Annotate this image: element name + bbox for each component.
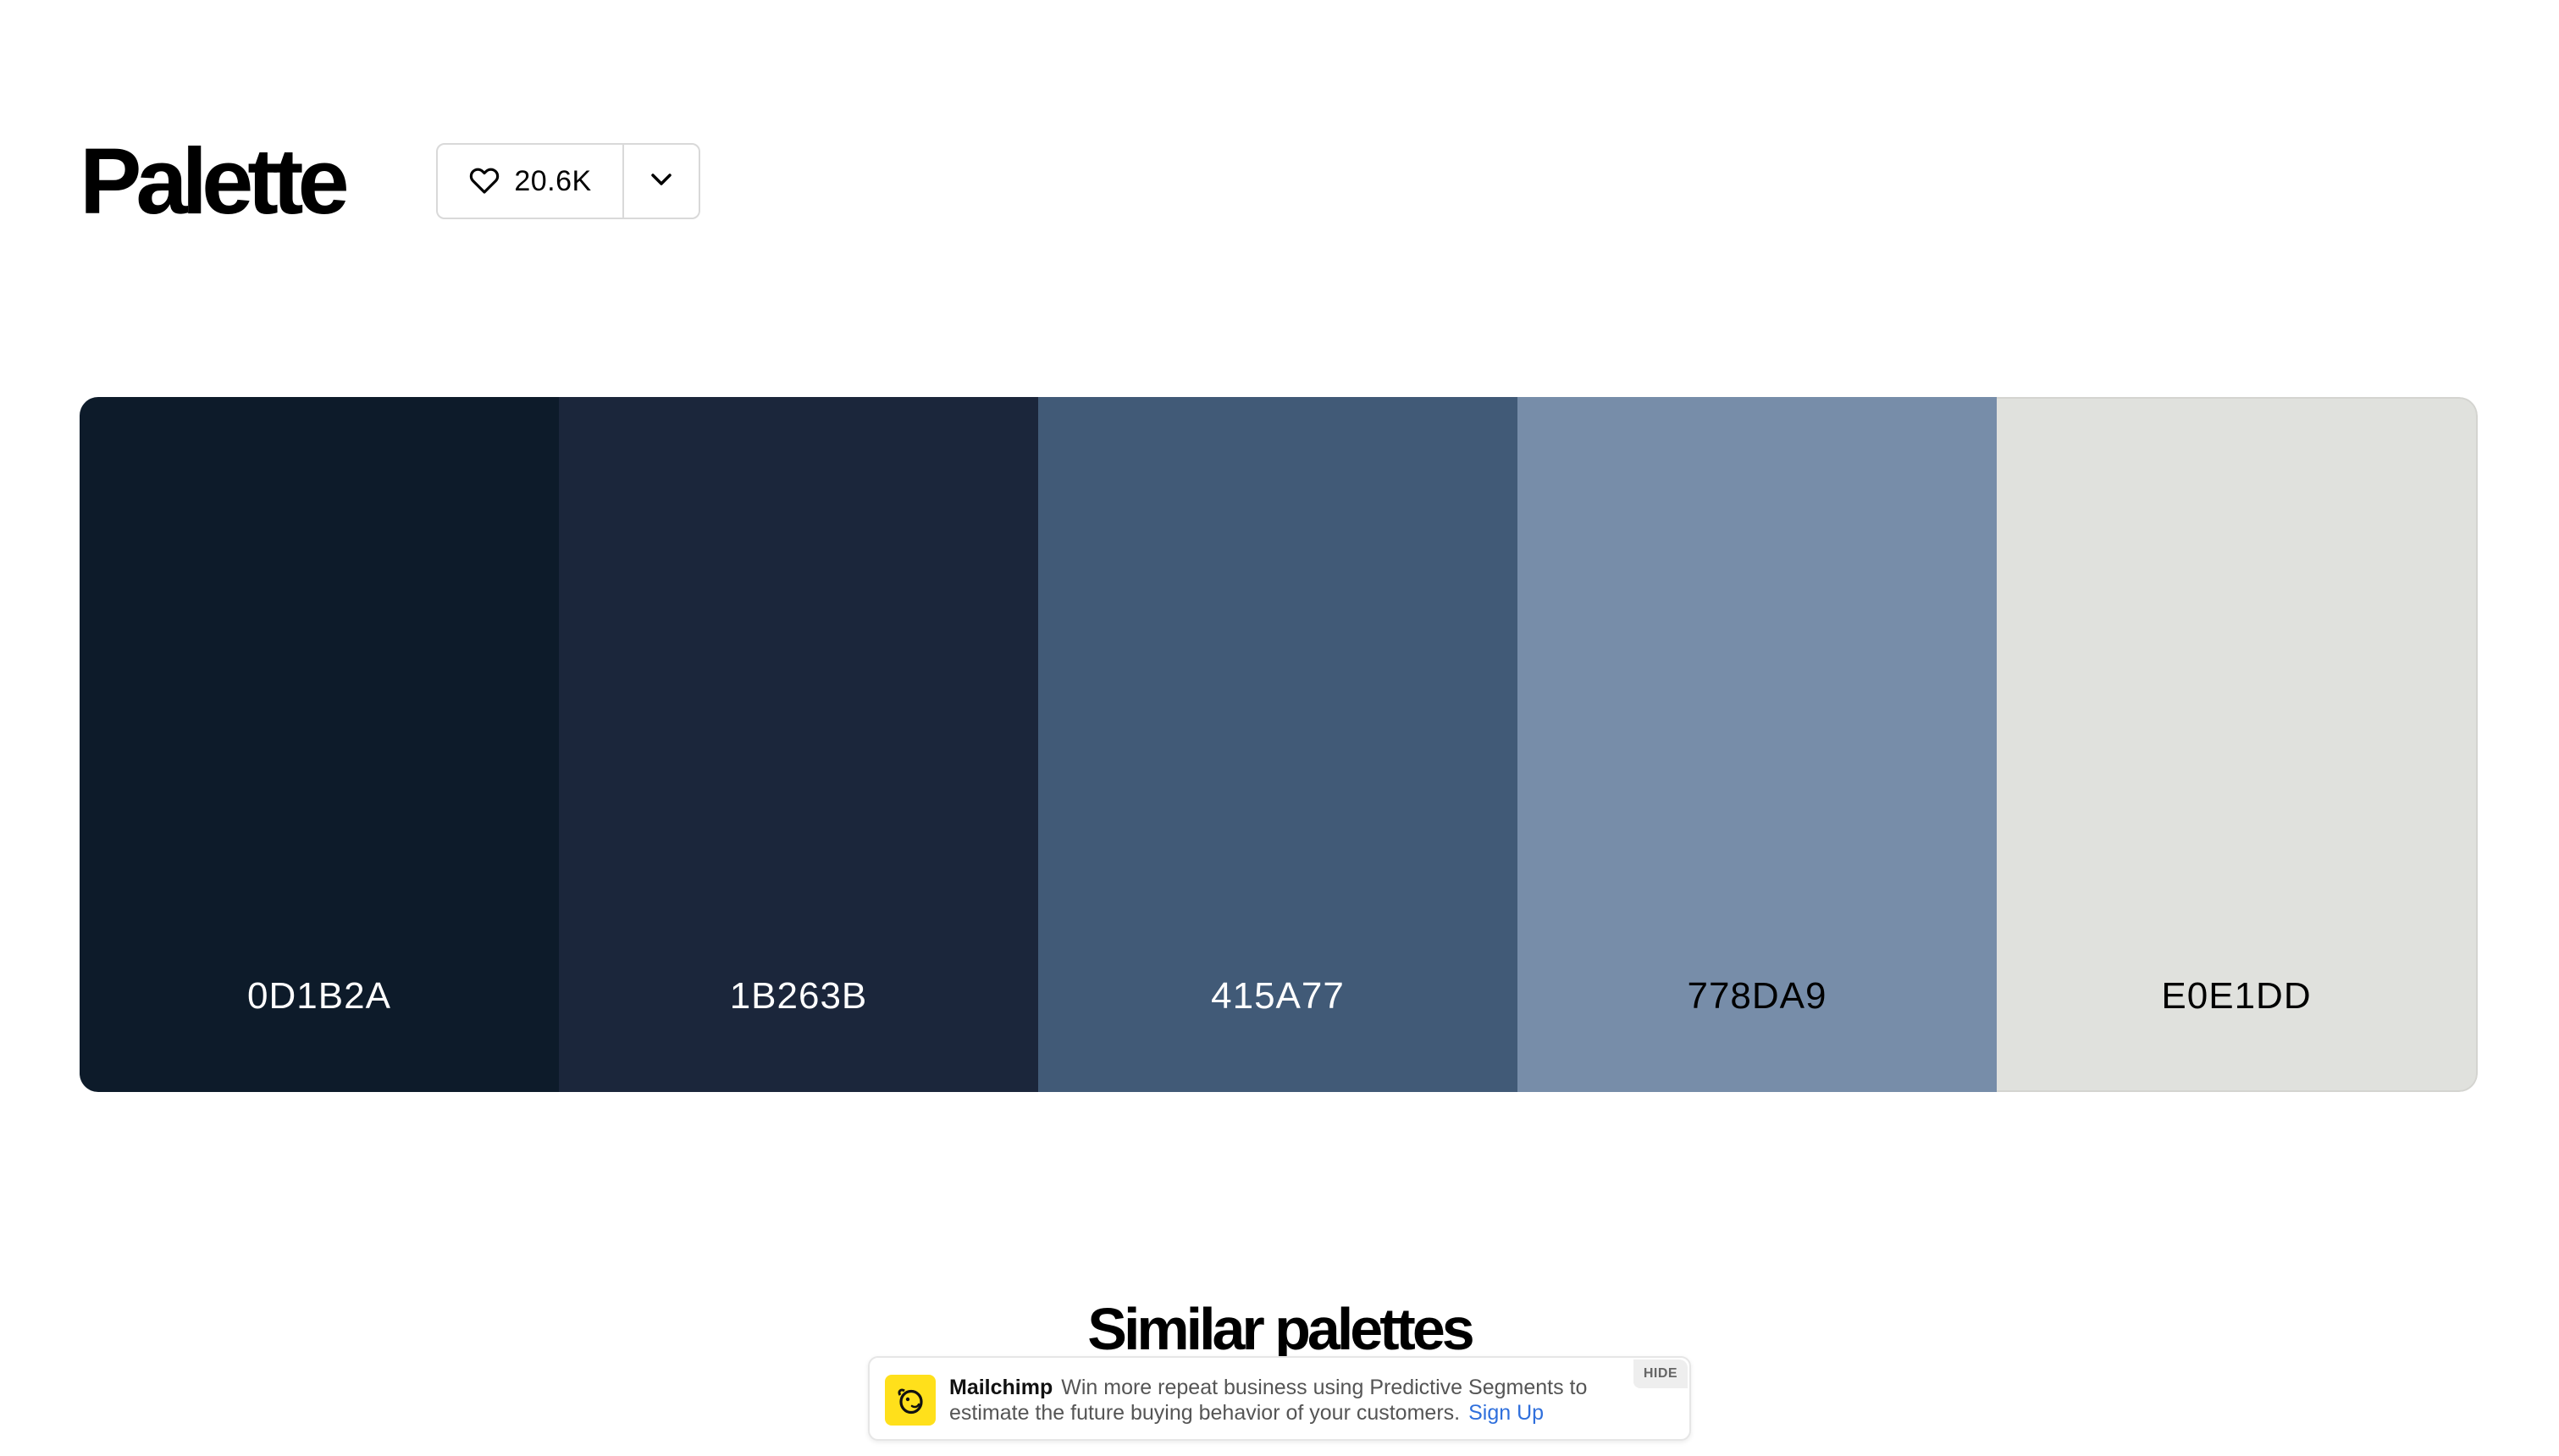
- color-swatch[interactable]: 0D1B2A: [80, 397, 559, 1092]
- ad-hide-button[interactable]: HIDE: [1633, 1359, 1688, 1388]
- like-button-group: 20.6K: [436, 143, 700, 219]
- color-swatch[interactable]: 778DA9: [1517, 397, 1997, 1092]
- ad-text: Mailchimp Win more repeat business using …: [949, 1375, 1627, 1426]
- page: Palette 20.6K 0D1B2A 1B263B 415A77 778DA…: [0, 0, 2559, 1456]
- ad-brand: Mailchimp: [949, 1376, 1053, 1399]
- swatch-hex-code: E0E1DD: [2161, 975, 2312, 1017]
- color-swatch[interactable]: 1B263B: [559, 397, 1038, 1092]
- more-options-button[interactable]: [624, 145, 699, 218]
- color-swatch[interactable]: 415A77: [1038, 397, 1517, 1092]
- swatch-hex-code: 1B263B: [729, 975, 868, 1017]
- mailchimp-logo-icon: [885, 1375, 936, 1426]
- page-title: Palette: [80, 130, 350, 234]
- ad-sign-up-link[interactable]: Sign Up: [1468, 1401, 1544, 1425]
- swatch-hex-code: 778DA9: [1687, 975, 1827, 1017]
- heart-icon: [468, 164, 500, 199]
- like-button[interactable]: 20.6K: [438, 145, 624, 218]
- chevron-down-icon: [650, 173, 672, 190]
- swatch-hex-code: 0D1B2A: [247, 975, 391, 1017]
- ad-banner[interactable]: Mailchimp Win more repeat business using …: [868, 1356, 1691, 1441]
- color-swatch[interactable]: E0E1DD: [1997, 397, 2478, 1092]
- swatch-hex-code: 415A77: [1211, 975, 1345, 1017]
- like-count: 20.6K: [514, 164, 592, 197]
- palette-swatches: 0D1B2A 1B263B 415A77 778DA9 E0E1DD: [80, 397, 2478, 1092]
